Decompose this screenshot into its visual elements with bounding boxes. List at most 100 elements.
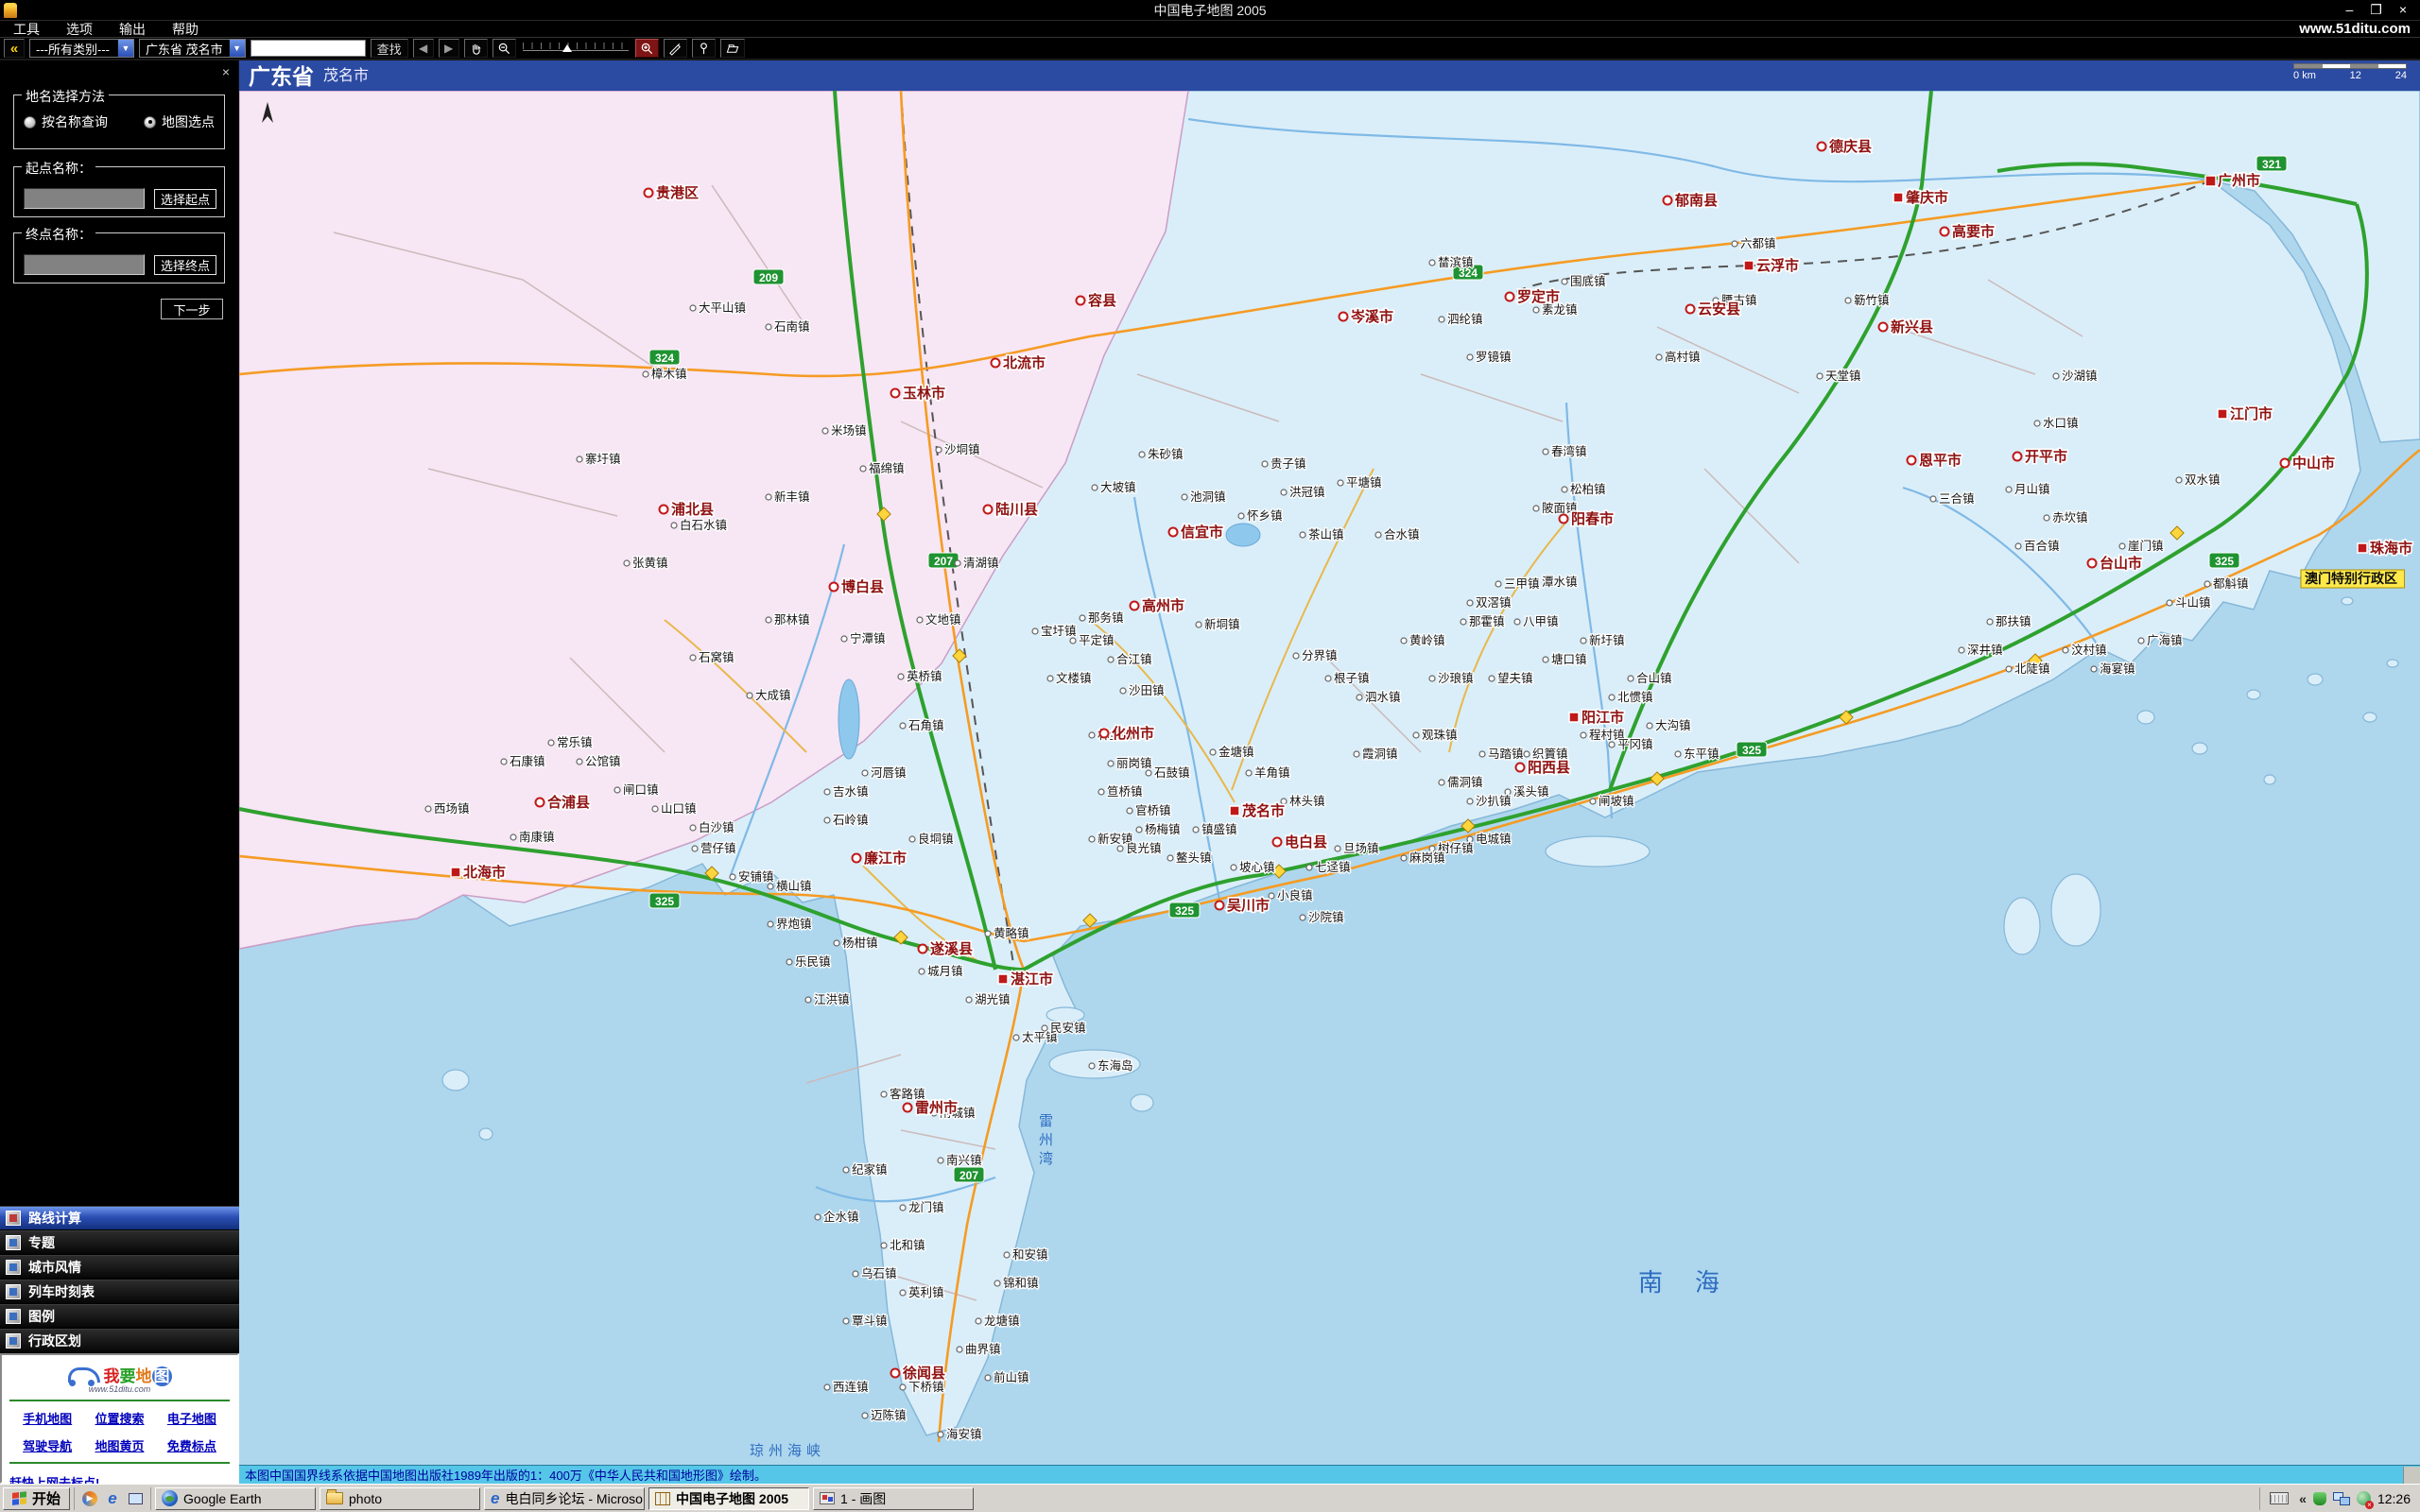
task-button-4[interactable]: 1 - 画图 bbox=[813, 1487, 974, 1510]
town-marker bbox=[1354, 751, 1359, 757]
end-name-input[interactable] bbox=[24, 254, 145, 275]
method-radio-0[interactable]: 按名称查询 bbox=[24, 112, 108, 131]
brand-char: 要 bbox=[120, 1367, 136, 1385]
logo-link-1[interactable]: 位置搜索 bbox=[83, 1409, 155, 1427]
town-marker bbox=[501, 759, 507, 765]
island bbox=[1046, 1007, 1084, 1022]
chevron-down-icon[interactable]: ▼ bbox=[117, 40, 133, 57]
town-label: 杨梅镇 bbox=[1145, 822, 1181, 836]
nav-right-button[interactable]: ▶ bbox=[439, 39, 459, 58]
zoom-slider-thumb[interactable] bbox=[562, 44, 572, 52]
zoom-out-button[interactable] bbox=[493, 39, 516, 58]
task-button-3[interactable]: 中国电子地图 2005 bbox=[648, 1487, 809, 1510]
town-marker bbox=[957, 1347, 962, 1352]
minimize-button[interactable]: – bbox=[2345, 2, 2353, 18]
sidebar-item-label: 行政区划 bbox=[28, 1332, 81, 1350]
wmp-quicklaunch[interactable]: ▶ bbox=[80, 1489, 99, 1508]
tray-chevron-icon[interactable]: « bbox=[2299, 1491, 2307, 1506]
town-label: 寨圩镇 bbox=[585, 452, 621, 466]
next-step-button[interactable]: 下一步 bbox=[161, 299, 223, 319]
sea-label: 雷 bbox=[1039, 1113, 1058, 1129]
zoom-in-button[interactable] bbox=[635, 39, 659, 58]
town-marker bbox=[1732, 241, 1737, 247]
logo-link-3[interactable]: 驾驶导航 bbox=[11, 1436, 83, 1454]
layers-tool-button[interactable] bbox=[720, 39, 745, 58]
town-marker bbox=[824, 789, 830, 795]
logo-link-2[interactable]: 电子地图 bbox=[156, 1409, 228, 1427]
start-button[interactable]: 开始 bbox=[3, 1487, 70, 1510]
town-label: 文地镇 bbox=[925, 612, 961, 627]
town-label: 茶山镇 bbox=[1308, 527, 1344, 541]
town-marker bbox=[1089, 836, 1095, 842]
city-label: 博白县 bbox=[841, 578, 884, 595]
region-dropdown[interactable]: 广东省 茂名市 ▼ bbox=[139, 39, 246, 58]
method-radio-1[interactable]: 地图选点 bbox=[144, 112, 215, 131]
task-button-1[interactable]: photo bbox=[320, 1487, 480, 1510]
town-marker bbox=[2006, 666, 2012, 672]
nav-left-button[interactable]: ◀ bbox=[413, 39, 434, 58]
sidebar-item-1[interactable]: 专题 bbox=[0, 1230, 239, 1255]
category-dropdown[interactable]: ---所有类别--- ▼ bbox=[29, 39, 134, 58]
sidebar-item-0[interactable]: 路线计算 bbox=[0, 1206, 239, 1230]
town-label: 良垌镇 bbox=[918, 832, 954, 846]
back-button[interactable]: « bbox=[4, 39, 25, 58]
zoom-slider[interactable] bbox=[523, 42, 629, 55]
city-marker bbox=[1569, 713, 1579, 722]
town-label: 八甲镇 bbox=[1523, 615, 1559, 628]
restore-button[interactable]: ❐ bbox=[2370, 2, 2382, 18]
pushpin-tool-button[interactable] bbox=[692, 39, 716, 58]
start-name-input[interactable] bbox=[24, 188, 145, 209]
town-marker bbox=[2063, 647, 2068, 653]
logo-link-0[interactable]: 手机地图 bbox=[11, 1409, 83, 1427]
choose-end-button[interactable]: 选择终点 bbox=[154, 255, 216, 275]
method-groupbox: 地名选择方法 按名称查询地图选点 bbox=[13, 94, 225, 149]
menu-item-3[interactable]: 帮助 bbox=[159, 22, 212, 37]
app-window: 中国电子地图 2005 – ❐ × 工具选项输出帮助 www.51ditu.co… bbox=[0, 0, 2420, 1512]
town-marker bbox=[1338, 480, 1343, 486]
town-marker bbox=[1562, 279, 1567, 284]
task-button-0[interactable]: Google Earth bbox=[155, 1487, 316, 1510]
pan-hand-button[interactable] bbox=[464, 39, 488, 58]
town-label: 观珠镇 bbox=[1422, 729, 1458, 742]
town-label: 春湾镇 bbox=[1551, 444, 1587, 458]
town-label: 三合镇 bbox=[1939, 491, 1975, 506]
city-label: 阳江市 bbox=[1582, 709, 1624, 726]
measure-tool-button[interactable] bbox=[664, 39, 687, 58]
panel-close-button[interactable]: × bbox=[222, 64, 230, 79]
globe-ge-icon bbox=[162, 1490, 178, 1506]
logo-link-4[interactable]: 地图黄页 bbox=[83, 1436, 155, 1454]
chevron-down-icon[interactable]: ▼ bbox=[229, 40, 245, 57]
town-label: 双滘镇 bbox=[1476, 596, 1512, 610]
close-button[interactable]: × bbox=[2399, 2, 2407, 18]
town-label: 斗山镇 bbox=[2175, 596, 2211, 610]
sidebar-item-4[interactable]: 图例 bbox=[0, 1304, 239, 1329]
town-label: 新垌镇 bbox=[1204, 617, 1240, 631]
city-marker bbox=[904, 1104, 912, 1112]
town-marker bbox=[1401, 855, 1407, 861]
sidebar-item-2[interactable]: 城市风情 bbox=[0, 1255, 239, 1280]
map-canvas[interactable]: 325325325325207207324324321209石南镇大平山镇樟木镇… bbox=[239, 91, 2420, 1465]
menu-item-1[interactable]: 选项 bbox=[53, 22, 106, 37]
sidebar-item-5[interactable]: 行政区划 bbox=[0, 1329, 239, 1353]
town-label: 新丰镇 bbox=[774, 490, 810, 504]
ie-quicklaunch[interactable]: e bbox=[103, 1489, 122, 1508]
globe-error-icon bbox=[2357, 1491, 2371, 1505]
task-button-2[interactable]: e电白同乡论坛 - Microso... bbox=[484, 1487, 645, 1510]
sidebar-item-icon bbox=[6, 1333, 21, 1349]
menu-item-2[interactable]: 输出 bbox=[106, 22, 159, 37]
sidebar-item-3[interactable]: 列车时刻表 bbox=[0, 1280, 239, 1304]
town-label: 黄略镇 bbox=[994, 926, 1029, 940]
measure-icon bbox=[668, 42, 683, 56]
sidebar-item-icon bbox=[6, 1284, 21, 1299]
find-button[interactable]: 查找 bbox=[371, 39, 408, 58]
task-label: 电白同乡论坛 - Microso... bbox=[505, 1489, 645, 1508]
menu-item-0[interactable]: 工具 bbox=[0, 22, 53, 37]
city-marker bbox=[2205, 176, 2216, 186]
desktop-quicklaunch[interactable] bbox=[126, 1489, 145, 1508]
city-marker bbox=[891, 389, 900, 398]
search-input[interactable] bbox=[251, 40, 366, 57]
logo-link-5[interactable]: 免费标点 bbox=[156, 1436, 228, 1454]
town-label: 那务镇 bbox=[1088, 610, 1124, 625]
city-marker bbox=[1744, 261, 1754, 270]
choose-start-button[interactable]: 选择起点 bbox=[154, 189, 216, 209]
